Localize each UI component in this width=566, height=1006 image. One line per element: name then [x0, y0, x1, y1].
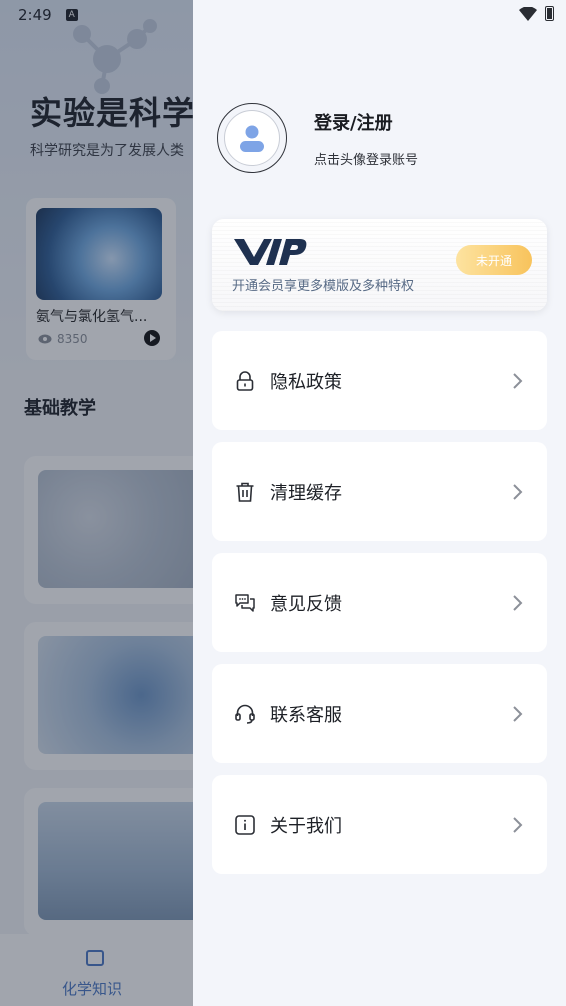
trash-icon	[236, 482, 254, 502]
login-subtitle: 点击头像登录账号	[314, 153, 419, 168]
info-icon	[235, 815, 255, 835]
menu-label: 隐私政策	[270, 372, 342, 393]
vip-card[interactable]: 开通会员享更多模版及多种特权 未开通	[212, 219, 547, 311]
chat-icon	[235, 594, 255, 612]
menu-item-privacy[interactable]: 隐私政策	[212, 331, 547, 430]
headset-icon	[235, 704, 255, 724]
menu-label: 联系客服	[270, 705, 342, 726]
menu-label: 清理缓存	[270, 483, 342, 504]
menu-item-clear-cache[interactable]: 清理缓存	[212, 442, 547, 541]
side-drawer: 登录/注册 点击头像登录账号 开通会员享更多模版及多种特权 未开通 隐私政策 清…	[193, 0, 566, 1006]
menu-item-feedback[interactable]: 意见反馈	[212, 553, 547, 652]
chevron-right-icon	[513, 373, 523, 389]
menu-item-customer-service[interactable]: 联系客服	[212, 664, 547, 763]
profile-login[interactable]: 登录/注册 点击头像登录账号	[217, 103, 418, 173]
profile-text: 登录/注册 点击头像登录账号	[314, 109, 494, 168]
menu-label: 意见反馈	[270, 594, 342, 615]
lock-icon	[236, 371, 254, 391]
battery-icon	[545, 6, 554, 21]
chevron-right-icon	[513, 484, 523, 500]
user-icon	[240, 125, 264, 152]
chevron-right-icon	[513, 706, 523, 722]
vip-activate-button[interactable]: 未开通	[456, 245, 532, 275]
vip-description: 开通会员享更多模版及多种特权	[232, 279, 415, 294]
wifi-icon	[519, 6, 537, 21]
chevron-right-icon	[513, 817, 523, 833]
avatar[interactable]	[217, 103, 287, 173]
menu-item-about[interactable]: 关于我们	[212, 775, 547, 874]
login-title[interactable]: 登录/注册	[314, 109, 494, 135]
chevron-right-icon	[513, 595, 523, 611]
menu-label: 关于我们	[270, 816, 342, 837]
vip-logo	[234, 239, 307, 265]
avatar-inner	[224, 110, 280, 166]
status-bar-right	[519, 6, 554, 21]
